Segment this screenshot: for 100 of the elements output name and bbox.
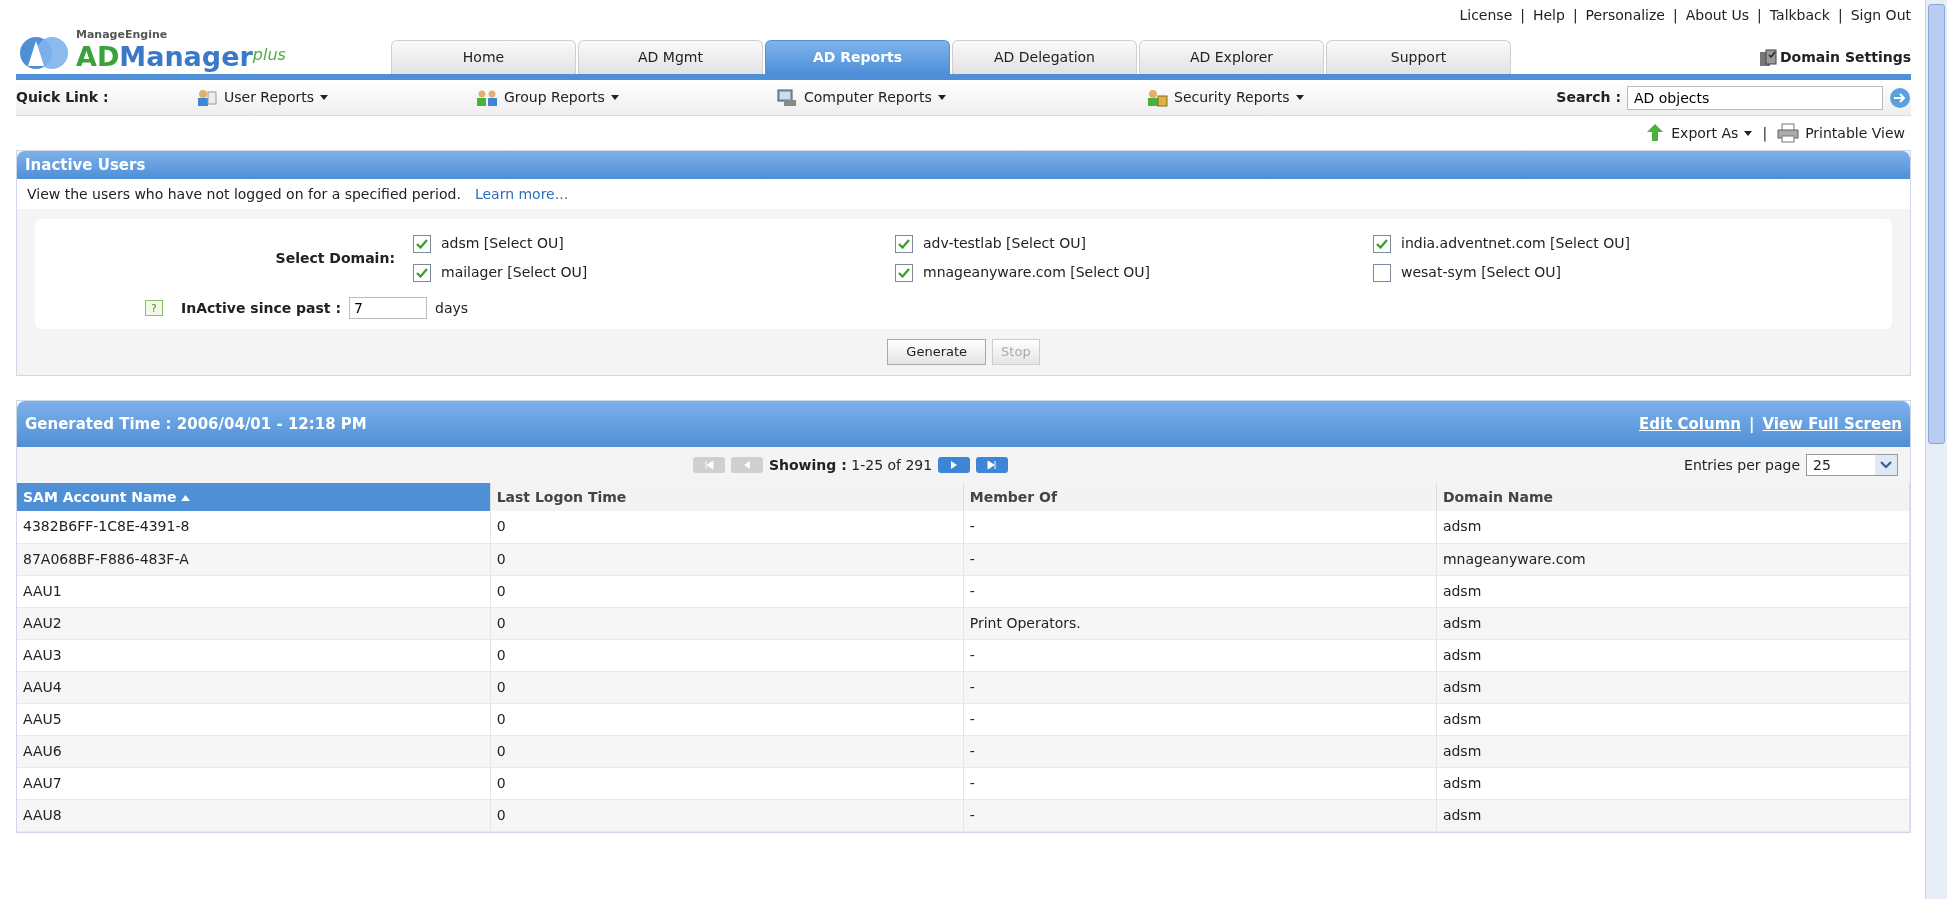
generate-button[interactable]: Generate	[887, 339, 987, 365]
check-icon	[898, 267, 910, 278]
scrollbar-thumb[interactable]	[1928, 4, 1945, 444]
table-cell: adsm	[1436, 607, 1910, 639]
table-cell: adsm	[1436, 575, 1910, 607]
panel-title: Inactive Users	[17, 151, 1910, 179]
computer-icon	[776, 87, 798, 108]
table-cell: 0	[490, 607, 964, 639]
sort-up-icon	[181, 494, 191, 501]
unit-label: days	[435, 298, 469, 318]
next-page-button[interactable]	[938, 457, 971, 473]
nav-tab[interactable]: AD Mgmt	[578, 40, 763, 74]
quick-link[interactable]: User Reports	[196, 87, 476, 108]
caret-icon	[1295, 95, 1304, 100]
separator-text: |	[1572, 5, 1578, 26]
chevron-down-icon	[1880, 461, 1892, 469]
check-icon	[416, 238, 428, 249]
checkbox[interactable]	[895, 234, 913, 253]
search-field[interactable]: AD objects	[1627, 85, 1883, 110]
nav-tab[interactable]: Support	[1326, 40, 1511, 74]
top-link[interactable]: Sign Out	[1850, 4, 1911, 26]
separator-text: |	[1748, 413, 1755, 435]
top-link[interactable]: Personalize	[1585, 4, 1665, 26]
entries-select[interactable]: 25	[1806, 454, 1898, 476]
checkbox[interactable]	[413, 263, 431, 282]
table-cell: AAU8	[17, 799, 491, 831]
checkbox[interactable]	[1373, 234, 1391, 253]
caret-icon	[1744, 130, 1753, 136]
checkbox[interactable]	[1373, 263, 1391, 282]
table-cell: 0	[490, 735, 964, 767]
table-cell: adsm	[1436, 703, 1910, 735]
table-cell: -	[963, 639, 1437, 671]
table-cell: 0	[490, 543, 964, 575]
field-label: InActive since past :	[181, 298, 342, 318]
separator-text: |	[1762, 123, 1768, 144]
table-cell: -	[963, 671, 1437, 703]
logo-product: Manager	[119, 43, 253, 70]
table-cell: 0	[490, 575, 964, 607]
domain-checkbox[interactable]: mnageanyware.com [Select OU]	[895, 262, 1373, 283]
search-label: Search :	[1556, 88, 1621, 107]
top-link[interactable]: Talkback	[1769, 4, 1830, 26]
scrollbar[interactable]	[1925, 0, 1947, 899]
server-icon	[1758, 48, 1778, 67]
table-cell: AAU3	[17, 639, 491, 671]
check-icon	[898, 238, 910, 249]
separator-text: |	[1673, 5, 1678, 26]
table-cell: -	[963, 543, 1437, 575]
top-link[interactable]: License	[1459, 4, 1513, 26]
domain-checkbox[interactable]: adv-testlab [Select OU]	[895, 233, 1373, 254]
table-cell: -	[963, 767, 1437, 799]
quick-link[interactable]: Computer Reports	[776, 87, 1146, 108]
table-cell: -	[963, 575, 1437, 607]
checkbox[interactable]	[413, 234, 431, 253]
pager-status: Showing : 1-25 of 291	[768, 455, 933, 475]
export-link[interactable]: Export As	[1645, 122, 1753, 144]
domain-settings-link[interactable]: Domain Settings	[1758, 47, 1911, 74]
caret-icon	[610, 95, 619, 100]
table-cell: -	[963, 511, 1437, 543]
table-cell: 0	[490, 511, 964, 543]
domain-checkbox[interactable]: wesat-sym [Select OU]	[1373, 262, 1892, 283]
table-cell: AAU4	[17, 671, 491, 703]
nav-tab[interactable]: AD Explorer	[1139, 40, 1324, 74]
separator-text: |	[1837, 5, 1843, 26]
column-header[interactable]: Domain Name	[1436, 483, 1910, 511]
help-icon[interactable]: ?	[145, 300, 163, 316]
quick-link[interactable]: Group Reports	[476, 87, 776, 108]
top-link[interactable]: About Us	[1685, 4, 1750, 26]
table-cell: adsm	[1436, 735, 1910, 767]
nav-tab[interactable]: AD Delegation	[952, 40, 1137, 74]
go-icon	[1889, 86, 1911, 109]
domain-checkbox[interactable]: india.adventnet.com [Select OU]	[1373, 233, 1892, 254]
last-page-button[interactable]	[976, 457, 1009, 473]
separator-text: |	[1520, 5, 1525, 26]
column-header[interactable]: Last Logon Time	[490, 483, 964, 511]
quick-link[interactable]: Security Reports	[1146, 87, 1446, 108]
top-link[interactable]: Help	[1532, 4, 1565, 26]
checkbox[interactable]	[895, 263, 913, 282]
skip-last-icon	[987, 460, 998, 470]
column-header[interactable]: Member Of	[963, 483, 1437, 511]
table-cell: 0	[490, 767, 964, 799]
domain-checkbox[interactable]: adsm [Select OU]	[413, 233, 895, 254]
table-cell: AAU2	[17, 607, 491, 639]
caret-icon	[320, 95, 329, 100]
quick-link-label: Quick Link :	[16, 88, 110, 107]
table-cell: AAU6	[17, 735, 491, 767]
skip-first-icon	[703, 460, 714, 470]
generated-time: Generated Time : 2006/04/01 - 12:18 PM	[25, 413, 367, 435]
table-cell: 0	[490, 703, 964, 735]
table-cell: AAU1	[17, 575, 491, 607]
table-cell: 0	[490, 639, 964, 671]
check-icon	[416, 267, 428, 278]
nav-tab[interactable]: Home	[391, 40, 576, 74]
table-cell: adsm	[1436, 671, 1910, 703]
learn-more-link[interactable]: Learn more...	[474, 183, 569, 205]
printable-view-link[interactable]: Printable View	[1777, 122, 1905, 144]
upload-arrow-icon	[1645, 123, 1666, 143]
separator-text: |	[1757, 5, 1762, 26]
days-field[interactable]: 7	[349, 297, 428, 319]
table-cell: AAU7	[17, 767, 491, 799]
domain-checkbox[interactable]: mailager [Select OU]	[413, 262, 895, 283]
